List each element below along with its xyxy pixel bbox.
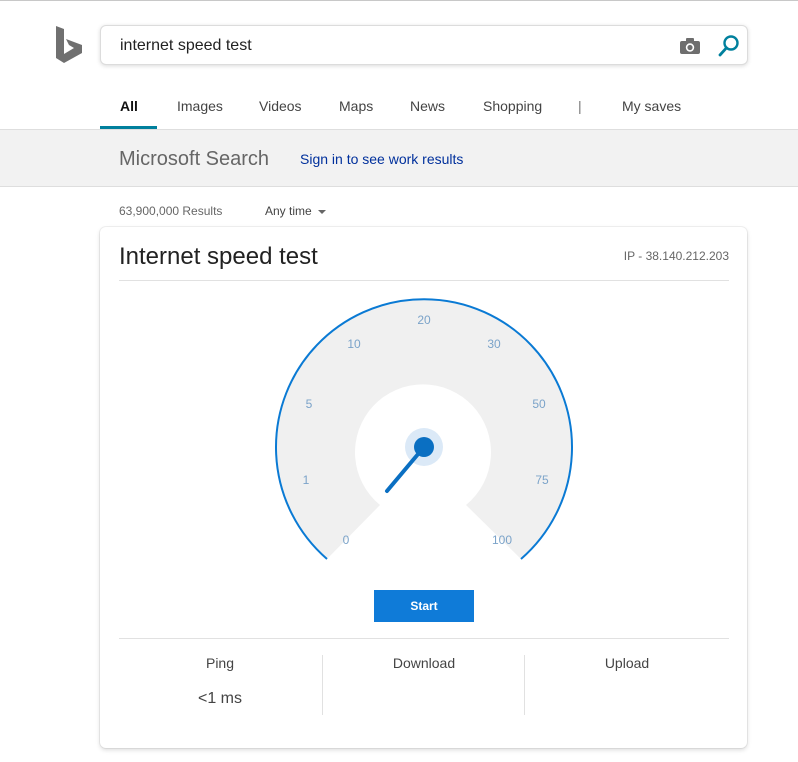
upload-stat: Upload <box>526 655 728 690</box>
divider <box>119 638 729 639</box>
gauge-label-100: 100 <box>492 533 512 547</box>
chevron-down-icon <box>317 209 326 214</box>
ping-value: <1 ms <box>197 690 242 707</box>
microsoft-search-band: Microsoft Search Sign in to see work res… <box>0 129 798 187</box>
ping-label: Ping <box>205 655 235 671</box>
tab-shopping[interactable]: Shopping <box>483 98 542 114</box>
gauge-label-10: 10 <box>347 337 361 351</box>
divider <box>119 280 729 281</box>
results-count: 63,900,000 Results <box>119 204 223 218</box>
search-icon[interactable] <box>717 34 741 58</box>
search-input[interactable] <box>120 35 660 57</box>
camera-icon[interactable] <box>679 36 701 56</box>
tab-all[interactable]: All <box>120 98 138 114</box>
download-stat: Download <box>323 655 525 690</box>
window-top-border <box>0 0 798 1</box>
speed-test-card: Internet speed test IP - 38.140.212.203 … <box>100 227 747 748</box>
gauge-label-0: 0 <box>343 533 350 547</box>
gauge-label-5: 5 <box>306 397 313 411</box>
upload-label: Upload <box>604 655 650 671</box>
download-label: Download <box>392 655 456 671</box>
tab-news[interactable]: News <box>410 98 445 114</box>
tab-videos[interactable]: Videos <box>259 98 302 114</box>
card-title: Internet speed test <box>119 243 318 270</box>
tab-images[interactable]: Images <box>177 98 223 114</box>
gauge-label-50: 50 <box>532 397 546 411</box>
search-box <box>100 25 748 65</box>
tab-separator: | <box>578 98 582 114</box>
gauge-label-75: 75 <box>535 473 549 487</box>
gauge-label-30: 30 <box>487 337 501 351</box>
gauge-label-20: 20 <box>417 313 431 327</box>
stat-separator <box>524 655 525 715</box>
sign-in-link[interactable]: Sign in to see work results <box>300 151 463 167</box>
tab-maps[interactable]: Maps <box>339 98 373 114</box>
tab-my-saves[interactable]: My saves <box>622 98 681 114</box>
speed-gauge: 0 1 5 10 20 30 50 75 100 <box>275 298 573 560</box>
needle-hub <box>414 437 434 457</box>
microsoft-search-title: Microsoft Search <box>119 148 270 170</box>
ip-address: IP - 38.140.212.203 <box>623 249 729 263</box>
gauge-label-1: 1 <box>303 473 310 487</box>
ping-stat: Ping <1 ms <box>119 655 321 708</box>
time-filter-dropdown[interactable]: Any time <box>265 204 326 218</box>
start-button[interactable]: Start <box>374 590 474 622</box>
time-filter-label: Any time <box>265 204 312 218</box>
bing-logo-icon[interactable] <box>56 26 84 64</box>
